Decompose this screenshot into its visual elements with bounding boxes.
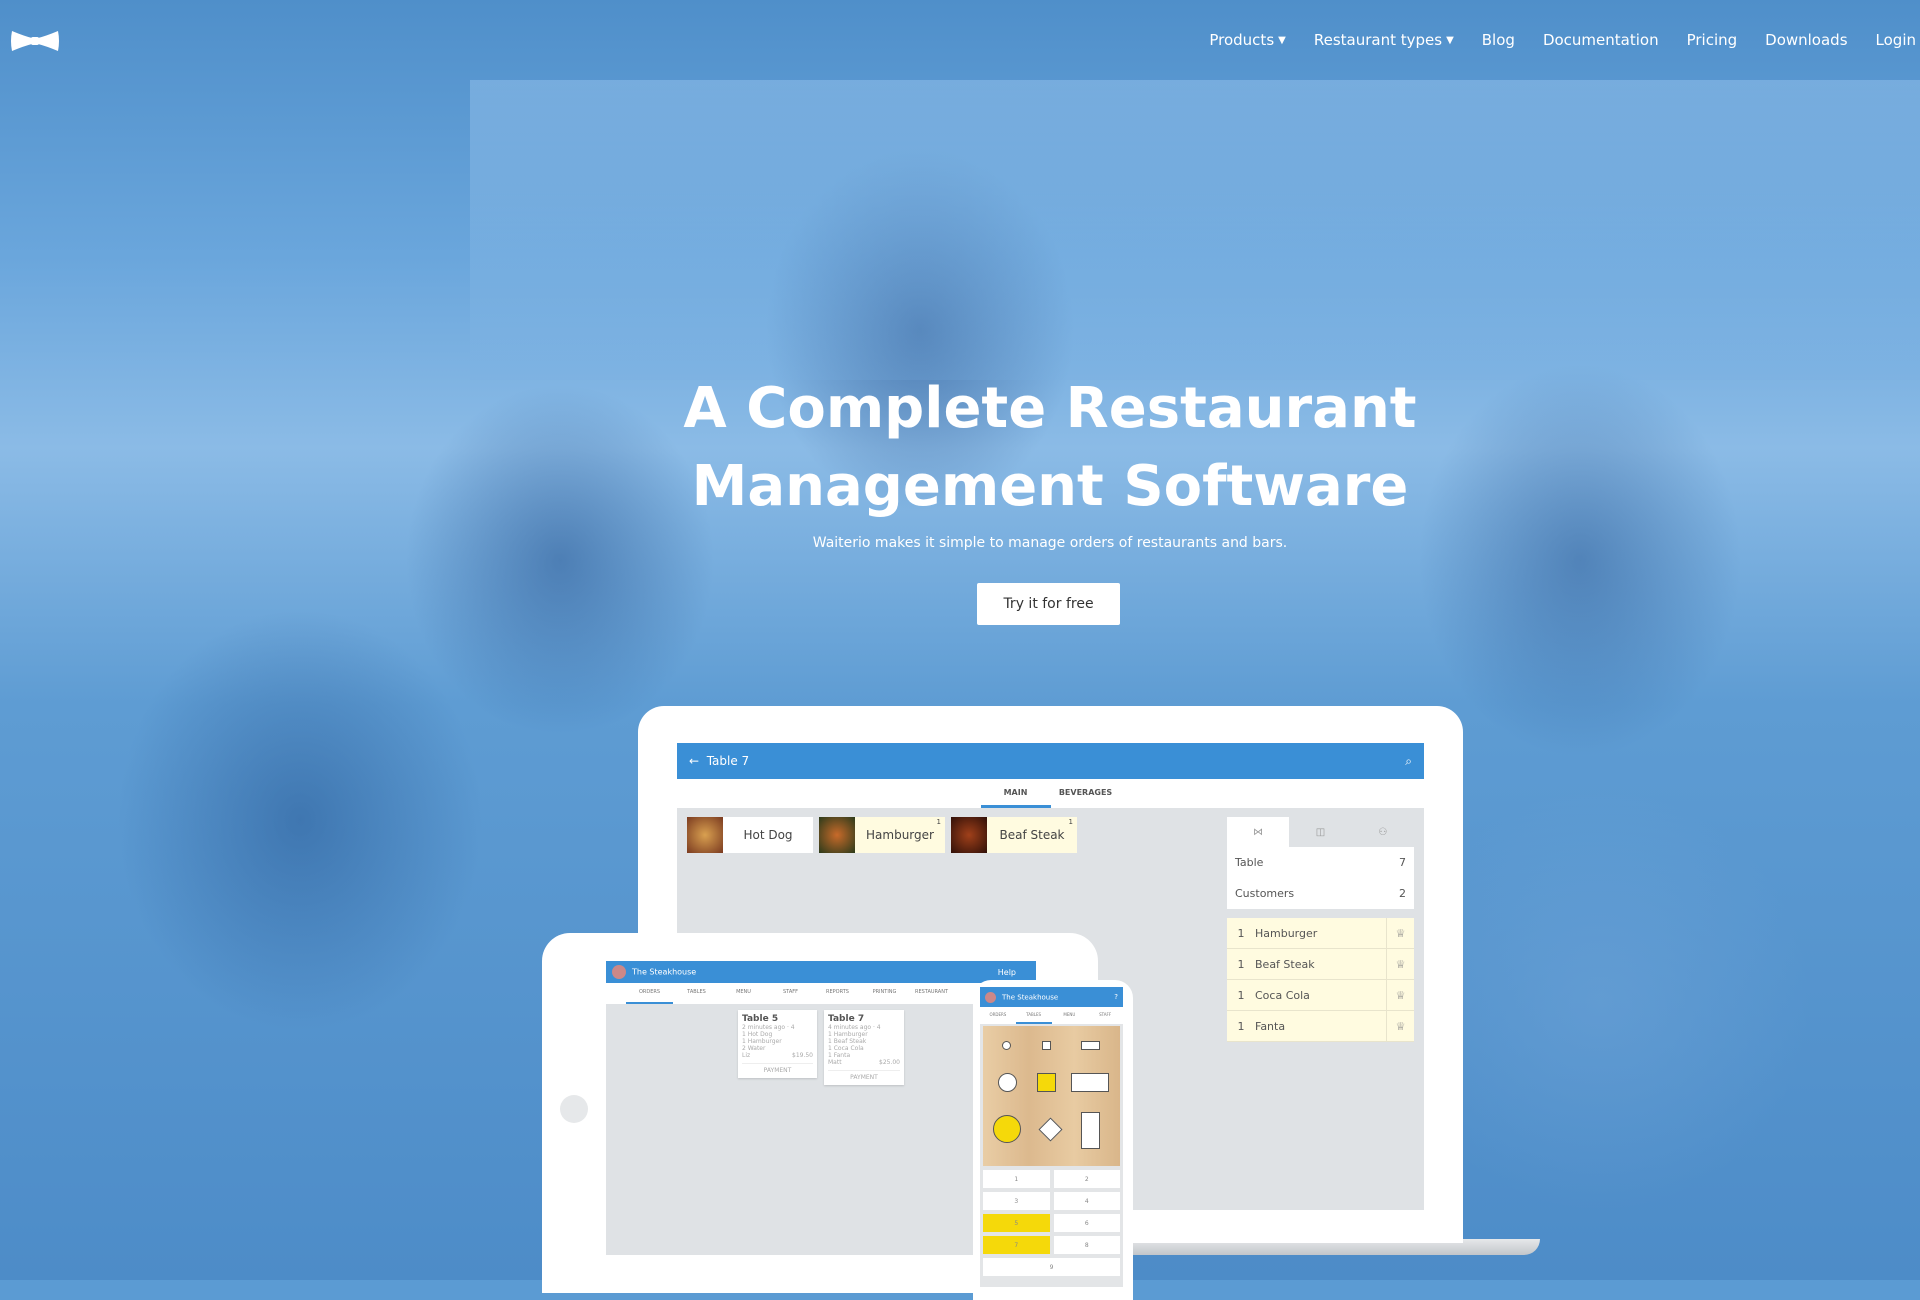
- food-image: [951, 817, 987, 853]
- app-header: ← Table 7 ⌕: [677, 743, 1424, 779]
- hero-subtitle: Waiterio makes it simple to manage order…: [812, 535, 1288, 551]
- list-item: 1 Fanta ♕: [1227, 1011, 1414, 1042]
- order-panel: ⋈ ◫ ⚇ Table 7 Customers 2 1 Hamburger ♕ 1 Beaf …: [1227, 817, 1414, 1042]
- tablet-tabs: ORDERS TABLES MENU STAFF REPORTS PRINTING REST…: [606, 983, 1036, 1004]
- nav-products[interactable]: Products ▼: [1195, 30, 1299, 50]
- background-window: [470, 80, 1920, 380]
- bow-tie-logo[interactable]: [10, 28, 60, 54]
- home-button: [560, 1095, 588, 1123]
- tab-beverages: BEVERAGES: [1058, 788, 1113, 797]
- search-icon: ⌕: [1405, 753, 1412, 768]
- nav-blog[interactable]: Blog: [1468, 30, 1529, 50]
- phone-mockup: The Steakhouse? ORDERS TABLES MENU STAFF 12…: [973, 980, 1133, 1300]
- avatar: [612, 965, 626, 979]
- chef-hat-icon: ♕: [1386, 918, 1414, 948]
- list-item: 1 Hamburger ♕: [1227, 918, 1414, 949]
- nav-restaurant-types[interactable]: Restaurant types ▼: [1300, 30, 1468, 50]
- nav-pricing[interactable]: Pricing: [1673, 30, 1752, 50]
- nav-documentation[interactable]: Documentation: [1529, 30, 1673, 50]
- menu-items: Hot Dog Hamburger 1 Beaf Steak 1: [687, 817, 1077, 853]
- cutlery-icon: ⋈: [1227, 817, 1290, 847]
- table-buttons: 12 34 56 78 9: [983, 1170, 1120, 1276]
- nav-login[interactable]: Login: [1862, 30, 1920, 50]
- caret-down-icon: ▼: [1446, 34, 1454, 46]
- order-card: Table 52 minutes ago · 4 1 Hot Dog 1 Hamb…: [738, 1010, 817, 1078]
- tablet-screen: The Steakhouse Help ORDERS TABLES MENU STAFF…: [606, 961, 1036, 1255]
- chef-hat-icon: ♕: [1386, 949, 1414, 979]
- table-info: Table 7 Customers 2: [1227, 847, 1414, 909]
- chef-hat-icon: ♕: [1386, 980, 1414, 1010]
- hero-title: A Complete Restaurant Management Software: [683, 376, 1417, 519]
- food-image: [819, 817, 855, 853]
- back-arrow-icon: ←: [689, 754, 700, 768]
- list-item: 1 Beaf Steak ♕: [1227, 949, 1414, 980]
- floor-plan: [983, 1026, 1120, 1166]
- top-nav: Products ▼ Restaurant types ▼ Blog Documen…: [1195, 30, 1920, 50]
- avatar: [985, 991, 996, 1003]
- try-free-button[interactable]: Try it for free: [977, 583, 1120, 625]
- menu-item: Hot Dog: [687, 817, 813, 853]
- menu-tabs: MAIN BEVERAGES: [677, 779, 1424, 808]
- menu-item: Hamburger 1: [819, 817, 945, 853]
- order-card: Table 74 minutes ago · 4 1 Hamburger 1 Be…: [824, 1010, 904, 1085]
- caret-down-icon: ▼: [1278, 34, 1286, 46]
- bag-icon: ◫: [1315, 826, 1326, 838]
- chef-hat-icon: ♕: [1386, 1011, 1414, 1041]
- order-list: 1 Hamburger ♕ 1 Beaf Steak ♕ 1 Coca Cola ♕ 1 Fa…: [1227, 918, 1414, 1042]
- customers-icon: ⚇: [1378, 826, 1388, 838]
- list-item: 1 Coca Cola ♕: [1227, 980, 1414, 1011]
- tab-main: MAIN: [980, 779, 1051, 808]
- phone-screen: The Steakhouse? ORDERS TABLES MENU STAFF 12…: [980, 987, 1123, 1287]
- food-image: [687, 817, 723, 853]
- menu-item: Beaf Steak 1: [951, 817, 1077, 853]
- nav-downloads[interactable]: Downloads: [1751, 30, 1861, 50]
